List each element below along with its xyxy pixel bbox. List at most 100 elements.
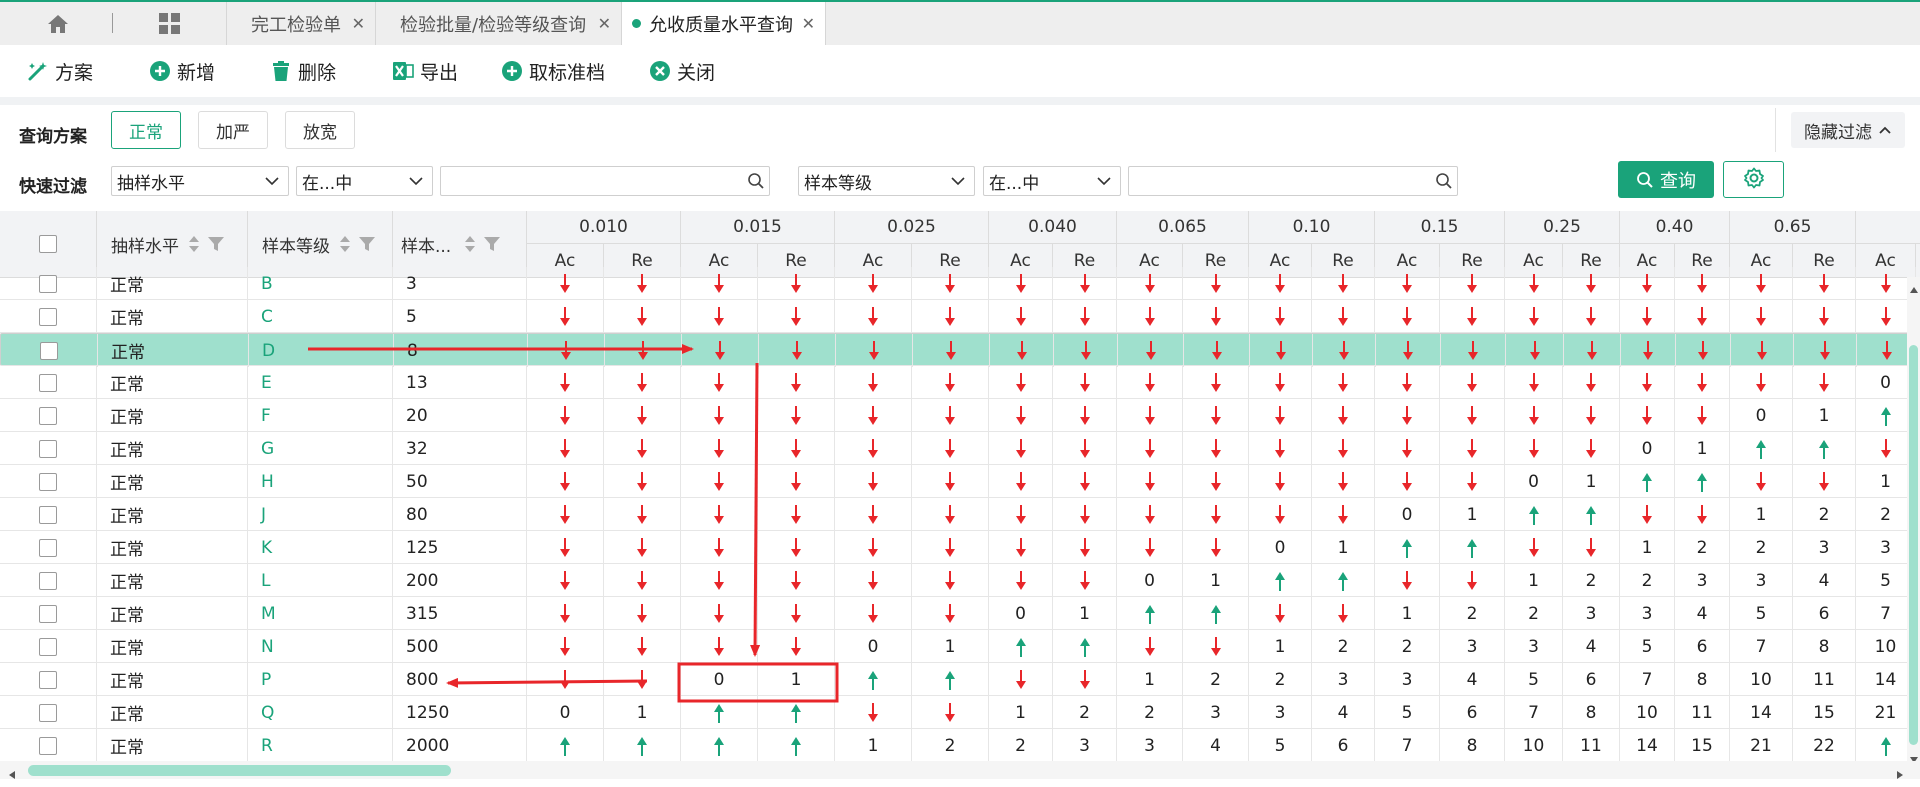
- grid-menu-icon[interactable]: [150, 2, 190, 45]
- filter2-op-select[interactable]: 在...中: [983, 166, 1121, 196]
- table-row[interactable]: 正常 N 500 0 1 1 2 2 3 3 4 5 6 7 8 10: [0, 630, 1920, 663]
- sort-icon[interactable]: [187, 234, 201, 254]
- row-checkbox[interactable]: [39, 604, 57, 623]
- table-row[interactable]: 正常 R 2000 1 2 2 3 3 4 5 6 7 8 10 11 14 15 21 22: [0, 729, 1920, 762]
- home-icon[interactable]: [40, 2, 76, 45]
- scheme-button[interactable]: 方案: [27, 45, 93, 97]
- row-checkbox[interactable]: [39, 406, 57, 425]
- row-checkbox[interactable]: [39, 703, 57, 722]
- arrow-down-icon: [989, 432, 1053, 465]
- close-button[interactable]: 关闭: [649, 45, 715, 97]
- row-checkbox-cell[interactable]: [0, 597, 97, 630]
- table-row[interactable]: 正常 Q 1250 0 1 1 2 2 3 3 4 5 6 7 8 10 11 14 15 21: [0, 696, 1920, 729]
- row-checkbox-cell[interactable]: [0, 630, 97, 663]
- table-row[interactable]: 正常 C 5: [0, 300, 1920, 333]
- table-row[interactable]: 正常 E 13 0: [0, 366, 1920, 399]
- row-checkbox-cell[interactable]: [0, 432, 97, 465]
- search-icon[interactable]: [747, 172, 765, 194]
- aql-table: 抽样水平 样本等级 样本... 0.010 Ac Re 0.015 Ac Re 0.025 A…: [0, 211, 1920, 787]
- filter1-field-select[interactable]: 抽样水平: [111, 166, 289, 196]
- cell-value: 6: [1563, 663, 1620, 696]
- arrow-up-icon: [604, 729, 681, 762]
- delete-button[interactable]: 删除: [270, 45, 336, 97]
- scroll-left-icon[interactable]: [8, 765, 16, 784]
- query-button[interactable]: 查询: [1618, 161, 1714, 198]
- row-checkbox[interactable]: [39, 637, 57, 656]
- export-button[interactable]: 导出: [392, 45, 458, 97]
- table-row[interactable]: 正常 D 8: [0, 333, 1920, 367]
- cell-sample-grade: N: [248, 630, 393, 663]
- horizontal-scrollbar[interactable]: [0, 761, 1920, 779]
- vertical-scrollbar[interactable]: [1907, 277, 1920, 763]
- row-checkbox[interactable]: [39, 736, 57, 755]
- arrow-up-icon: [1675, 465, 1730, 498]
- sort-icon[interactable]: [338, 234, 352, 254]
- filter-icon[interactable]: [483, 235, 501, 253]
- row-checkbox-cell[interactable]: [1, 334, 98, 367]
- table-row[interactable]: 正常 B 3: [0, 267, 1920, 300]
- plan-tightened-button[interactable]: 加严: [198, 111, 268, 149]
- cell-value: 1: [1675, 432, 1730, 465]
- row-checkbox-cell[interactable]: [0, 399, 97, 432]
- row-checkbox[interactable]: [40, 341, 58, 360]
- scroll-up-icon[interactable]: [1909, 279, 1919, 298]
- close-icon[interactable]: ✕: [598, 14, 611, 33]
- select-all-checkbox[interactable]: [39, 235, 57, 253]
- table-row[interactable]: 正常 F 20 0 1: [0, 399, 1920, 432]
- plan-reduced-button[interactable]: 放宽: [285, 111, 355, 149]
- add-button[interactable]: 新增: [149, 45, 215, 97]
- close-icon[interactable]: ✕: [352, 14, 365, 33]
- plan-normal-button[interactable]: 正常: [111, 111, 181, 149]
- row-checkbox-cell[interactable]: [0, 696, 97, 729]
- row-checkbox[interactable]: [39, 472, 57, 491]
- arrow-down-icon: [527, 564, 604, 597]
- table-row[interactable]: 正常 L 200 0 1 1 2 2 3 3 4 5: [0, 564, 1920, 597]
- table-row[interactable]: 正常 J 80 0 1 1 2 2: [0, 498, 1920, 531]
- table-row[interactable]: 正常 G 32 0 1: [0, 432, 1920, 465]
- tab-completion-inspection[interactable]: 完工检验单 ✕: [226, 2, 376, 45]
- row-checkbox-cell[interactable]: [0, 531, 97, 564]
- filter2-field-select[interactable]: 样本等级: [798, 166, 975, 196]
- filter2-value-input[interactable]: [1128, 166, 1458, 196]
- hide-filter-button[interactable]: 隐藏过滤: [1791, 112, 1905, 148]
- horizontal-scroll-thumb[interactable]: [28, 765, 451, 776]
- row-checkbox-cell[interactable]: [0, 366, 97, 399]
- row-checkbox-cell[interactable]: [0, 663, 97, 696]
- filter1-op-select[interactable]: 在...中: [296, 166, 433, 196]
- table-row[interactable]: 正常 K 125 0 1 1 2 2 3 3: [0, 531, 1920, 564]
- settings-button[interactable]: [1723, 161, 1784, 198]
- row-checkbox-cell[interactable]: [0, 498, 97, 531]
- table-row[interactable]: 正常 P 800 0 1 1 2 2 3 3 4 5 6 7 8 10 11 14: [0, 663, 1920, 696]
- row-checkbox-cell[interactable]: [0, 465, 97, 498]
- row-checkbox[interactable]: [39, 538, 57, 557]
- cell-sampling-level: 正常: [97, 267, 248, 300]
- tab-batch-level-query[interactable]: 检验批量/检验等级查询 ✕: [376, 2, 622, 45]
- filter-icon[interactable]: [207, 235, 225, 253]
- sort-icon[interactable]: [463, 234, 477, 254]
- arrow-down-icon: [1440, 267, 1505, 300]
- row-checkbox-cell[interactable]: [0, 564, 97, 597]
- filter-icon[interactable]: [358, 235, 376, 253]
- row-checkbox[interactable]: [39, 571, 57, 590]
- table-row[interactable]: 正常 H 50 0 1 1: [0, 465, 1920, 498]
- row-checkbox[interactable]: [39, 373, 57, 392]
- arrow-down-icon: [1505, 366, 1563, 399]
- row-checkbox-cell[interactable]: [0, 729, 97, 762]
- row-checkbox-cell[interactable]: [0, 267, 97, 300]
- table-row[interactable]: 正常 M 315 0 1 1 2 2 3 3 4 5 6 7: [0, 597, 1920, 630]
- row-checkbox[interactable]: [39, 670, 57, 689]
- close-icon[interactable]: ✕: [802, 14, 815, 33]
- row-checkbox[interactable]: [39, 274, 57, 293]
- vertical-scroll-thumb[interactable]: [1909, 345, 1918, 745]
- cell-sample-grade: K: [248, 531, 393, 564]
- cell-value: 2: [1620, 564, 1675, 597]
- row-checkbox[interactable]: [39, 439, 57, 458]
- tab-aql-query[interactable]: 允收质量水平查询 ✕: [622, 2, 826, 45]
- search-icon[interactable]: [1435, 172, 1453, 194]
- filter1-value-input[interactable]: [440, 166, 770, 196]
- unstandard-button[interactable]: 取标准档: [501, 45, 605, 97]
- row-checkbox[interactable]: [39, 307, 57, 326]
- scroll-right-icon[interactable]: [1896, 765, 1904, 784]
- row-checkbox[interactable]: [39, 505, 57, 524]
- row-checkbox-cell[interactable]: [0, 300, 97, 333]
